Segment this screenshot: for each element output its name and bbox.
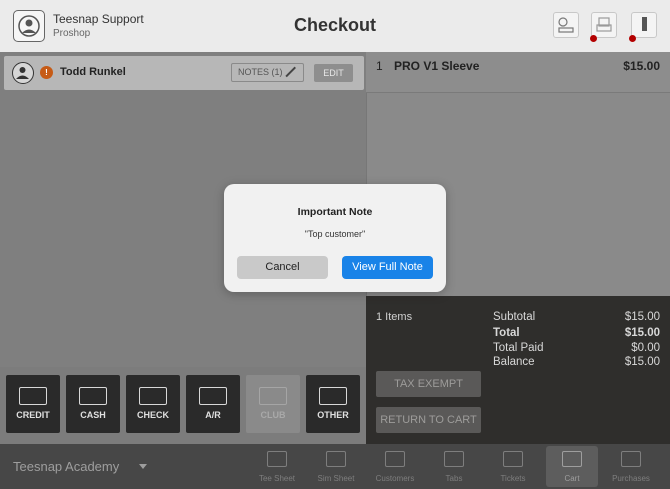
notes-label: NOTES (1) — [238, 67, 283, 77]
tabs-icon — [444, 451, 464, 467]
view-full-note-button[interactable]: View Full Note — [342, 256, 433, 279]
other-button[interactable]: OTHER — [306, 375, 360, 433]
balance-value: $15.00 — [624, 356, 660, 368]
subtotal-value: $15.00 — [624, 311, 660, 323]
facility-selector[interactable]: Teesnap Academy — [13, 459, 119, 474]
nav-label: Tee Sheet — [258, 474, 296, 483]
other-payment-icon — [319, 387, 347, 405]
customer-name[interactable]: Todd Runkel — [60, 66, 126, 78]
payment-label: CHECK — [136, 410, 169, 420]
edit-customer-button[interactable]: EDIT — [314, 64, 353, 82]
cart-item-price: $15.00 — [623, 59, 660, 73]
register-icon[interactable] — [553, 12, 579, 38]
credit-card-icon — [19, 387, 47, 405]
cash-button[interactable]: CASH — [66, 375, 120, 433]
nav-cart[interactable]: Cart — [546, 446, 598, 487]
monitor-icon — [326, 451, 346, 467]
nav-label: Purchases — [612, 474, 650, 483]
customer-avatar-icon — [12, 62, 34, 84]
nav-tee-sheet[interactable]: Tee Sheet — [251, 446, 303, 487]
nav-tickets[interactable]: Tickets — [487, 446, 539, 487]
payment-label: A/R — [205, 410, 221, 420]
calendar-icon — [267, 451, 287, 467]
cloche-icon — [503, 451, 523, 467]
nav-tabs[interactable]: Tabs — [428, 446, 480, 487]
nav-purchases[interactable]: Purchases — [605, 446, 657, 487]
cash-drawer-icon[interactable] — [631, 12, 657, 38]
register-icon — [621, 451, 641, 467]
return-to-cart-button[interactable]: RETURN TO CART — [376, 407, 481, 433]
credit-button[interactable]: CREDIT — [6, 375, 60, 433]
customer-bar[interactable] — [4, 56, 364, 90]
payment-label: CREDIT — [16, 410, 50, 420]
pencil-icon — [285, 66, 296, 77]
cash-icon — [79, 387, 107, 405]
ar-button[interactable]: A/R — [186, 375, 240, 433]
paid-label: Total Paid — [493, 342, 544, 354]
cart-item-name: PRO V1 Sleeve — [394, 59, 480, 73]
nav-customers[interactable]: Customers — [369, 446, 421, 487]
printer-alert-dot — [590, 35, 597, 42]
payment-label: CLUB — [260, 410, 286, 420]
people-icon — [385, 451, 405, 467]
club-button[interactable]: CLUB — [246, 375, 300, 433]
paid-value: $0.00 — [631, 342, 660, 354]
payment-label: OTHER — [317, 410, 349, 420]
check-button[interactable]: CHECK — [126, 375, 180, 433]
nav-label: Tabs — [445, 474, 463, 483]
chevron-down-icon[interactable] — [139, 464, 147, 469]
ledger-icon — [199, 387, 227, 405]
printer-icon[interactable] — [591, 12, 617, 38]
check-icon — [139, 387, 167, 405]
notes-button[interactable]: NOTES (1) — [231, 63, 304, 82]
total-label: Total — [493, 327, 520, 339]
tax-exempt-button[interactable]: TAX EXEMPT — [376, 371, 481, 397]
nav-label: Sim Sheet — [317, 474, 355, 483]
subtotal-label: Subtotal — [493, 311, 536, 323]
nav-label: Tickets — [500, 474, 526, 483]
total-value: $15.00 — [624, 327, 660, 339]
drawer-alert-dot — [629, 35, 636, 42]
nav-label: Customers — [375, 474, 415, 483]
cancel-button[interactable]: Cancel — [237, 256, 328, 279]
cart-icon — [562, 451, 582, 467]
items-count: 1 Items — [376, 311, 413, 323]
balance-label: Balance — [493, 356, 535, 368]
customer-alert-badge: ! — [40, 66, 53, 79]
club-ticket-icon — [259, 387, 287, 405]
nav-sim-sheet[interactable]: Sim Sheet — [310, 446, 362, 487]
cart-item-qty: 1 — [376, 59, 383, 73]
dialog-message: "Top customer" — [304, 229, 366, 239]
dialog-title: Important Note — [297, 206, 373, 218]
nav-label: Cart — [564, 474, 580, 483]
payment-label: CASH — [80, 410, 106, 420]
